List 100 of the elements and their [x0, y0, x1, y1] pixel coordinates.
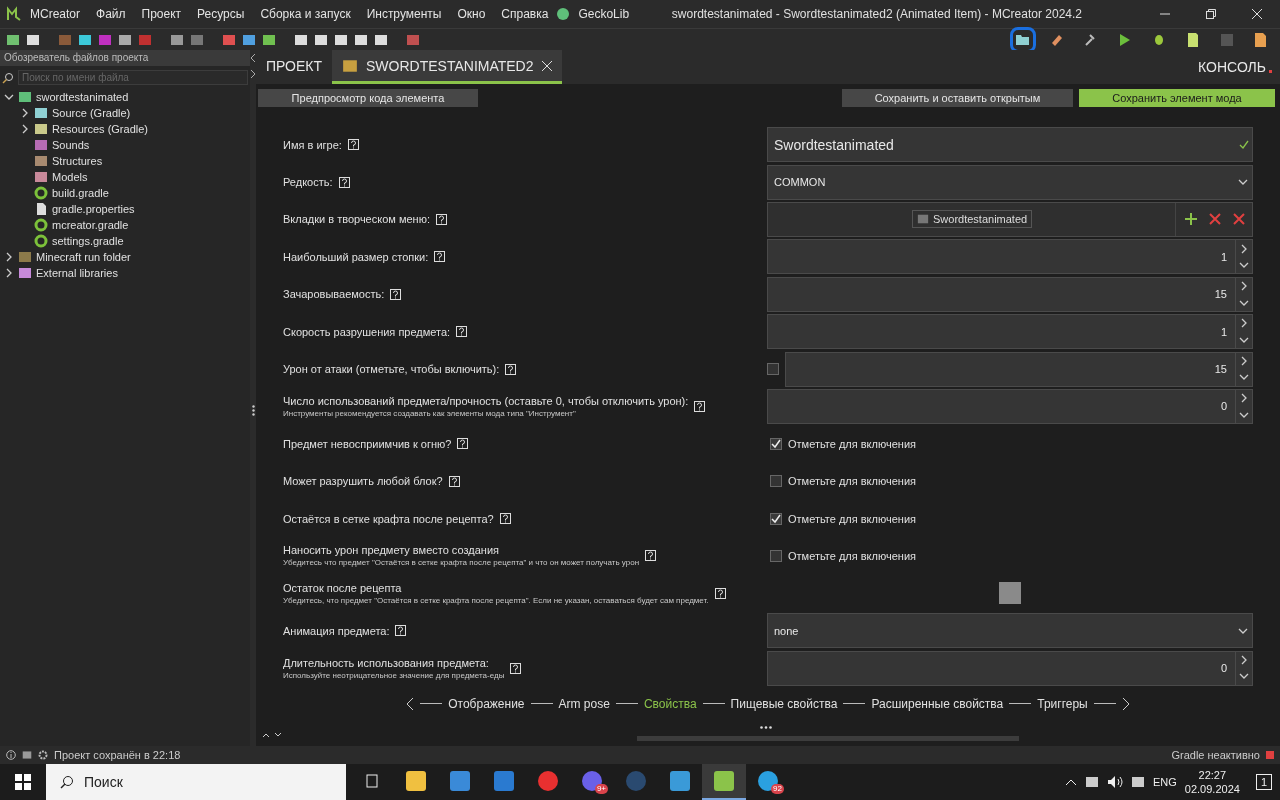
section-link[interactable]: Триггеры [1037, 696, 1088, 711]
taskbar-app[interactable]: 92 [746, 764, 790, 800]
close-icon[interactable] [541, 60, 552, 71]
workspace-icon [18, 90, 32, 104]
help-icon[interactable] [448, 475, 460, 487]
taskbar-app[interactable]: 9+ [570, 764, 614, 800]
help-icon[interactable] [499, 513, 511, 525]
number-field[interactable]: 0 [767, 388, 1253, 424]
next-icon[interactable] [1121, 696, 1130, 711]
tree-item[interactable]: gradle.properties [52, 203, 135, 215]
number-field[interactable]: 15 [785, 351, 1253, 387]
dropdown[interactable]: COMMON [767, 164, 1253, 200]
section-link[interactable]: Расширенные свойства [871, 696, 1004, 711]
editor-tab[interactable]: ПРОЕКТ [256, 50, 333, 84]
checkbox[interactable] [770, 437, 782, 450]
scrollbar-thumb[interactable] [637, 736, 1019, 741]
section-link[interactable]: Отображение [448, 696, 525, 711]
checkbox[interactable] [770, 550, 782, 562]
info-icon[interactable] [6, 750, 16, 760]
gradle-ring-icon [34, 186, 48, 200]
menu-item[interactable]: MCreator [22, 7, 88, 21]
more-icon[interactable] [760, 726, 772, 729]
field-label: Анимация предмета: [283, 624, 390, 637]
tree-item[interactable]: mcreator.gradle [52, 219, 129, 231]
item-slot[interactable] [999, 582, 1021, 605]
tree-item[interactable]: Sounds [52, 139, 90, 151]
help-icon[interactable] [457, 438, 469, 450]
help-icon[interactable] [505, 363, 517, 375]
help-icon[interactable] [395, 625, 407, 637]
tool-icon [58, 32, 72, 47]
checkbox[interactable] [770, 512, 782, 525]
number-field[interactable]: 1 [767, 239, 1253, 275]
editor-tab[interactable]: SWORDTESTANIMATED2 [332, 50, 562, 84]
volume-icon[interactable] [1106, 775, 1123, 789]
taskbar-app[interactable] [702, 764, 746, 800]
menu-item[interactable]: GeckoLib [570, 7, 638, 21]
number-field[interactable]: 1 [767, 314, 1253, 350]
checkbox-label: Отметьте для включения [788, 475, 916, 488]
add-icon[interactable] [1184, 212, 1198, 227]
restore-icon[interactable] [1206, 9, 1216, 19]
menu-item[interactable]: Справка [493, 7, 557, 21]
tool-icon [26, 32, 40, 47]
chevron-up-icon[interactable] [1064, 778, 1077, 786]
number-field[interactable]: 0 [767, 650, 1253, 686]
save-keep-open-button[interactable]: Сохранить и оставить открытым [842, 89, 1073, 107]
grip-icon[interactable] [251, 405, 255, 416]
save-button[interactable]: Сохранить элемент мода [1079, 89, 1275, 107]
menu-item[interactable]: Файл [88, 7, 134, 21]
number-field[interactable]: 15 [767, 276, 1253, 312]
tree-item[interactable]: Minecraft run folder [36, 251, 131, 263]
console-tab[interactable]: КОНСОЛЬ [1198, 59, 1266, 75]
preview-code-button[interactable]: Предпросмотр кода элемента [258, 89, 478, 107]
help-icon[interactable] [694, 400, 706, 412]
tab-chip[interactable]: Swordtestanimated [912, 210, 1033, 229]
tree-item[interactable]: Models [52, 171, 88, 183]
settings-icon[interactable] [38, 750, 48, 760]
app-icon [625, 770, 647, 792]
help-icon[interactable] [347, 139, 359, 151]
close-icon[interactable] [1252, 9, 1262, 19]
section-link[interactable]: Arm pose [558, 696, 610, 711]
notifications-button[interactable]: 1 [1255, 774, 1272, 790]
section-link[interactable]: Свойства [643, 696, 697, 711]
help-icon[interactable] [436, 213, 447, 225]
menu-item[interactable]: Проект [133, 7, 190, 21]
page-icon[interactable] [1185, 31, 1201, 48]
remove-icon[interactable] [1208, 212, 1222, 227]
clock[interactable]: 22:27 02.09.2024 [1184, 768, 1240, 796]
scroll-arrows-icon[interactable] [262, 731, 284, 739]
menu-item[interactable]: Окно [449, 7, 494, 21]
windows-start-icon[interactable] [15, 774, 31, 790]
export-icon[interactable] [1253, 31, 1269, 48]
tree-item[interactable]: swordtestanimated [36, 91, 129, 103]
collapse-left-icon[interactable] [250, 54, 256, 62]
field-label: Наибольший размер стопки: [283, 250, 429, 263]
section-link[interactable]: Пищевые свойства [730, 696, 838, 711]
dropdown[interactable]: none [767, 613, 1253, 649]
help-icon[interactable] [456, 326, 468, 338]
name-field[interactable]: Swordtestanimated [767, 127, 1253, 163]
taskbar-search[interactable]: Поиск [46, 764, 346, 800]
tree-item[interactable]: Source (Gradle) [52, 107, 131, 119]
tree-item[interactable]: External libraries [36, 267, 118, 279]
help-icon[interactable] [390, 288, 402, 300]
menu-item[interactable]: Ресурсы [189, 7, 253, 21]
expand-right-icon[interactable] [250, 70, 256, 78]
help-icon[interactable] [714, 587, 726, 599]
previous-icon[interactable] [406, 696, 415, 711]
tree-item[interactable]: build.gradle [52, 187, 109, 199]
language-indicator[interactable]: ENG [1152, 776, 1177, 788]
help-icon[interactable] [434, 251, 446, 263]
tree-item[interactable]: settings.gradle [52, 235, 124, 247]
help-icon[interactable] [338, 176, 350, 188]
remove-all-icon[interactable] [1232, 212, 1246, 227]
tree-item[interactable]: Structures [52, 155, 103, 167]
app-icon [537, 770, 559, 792]
checkbox[interactable] [770, 475, 782, 488]
menu-item[interactable]: Сборка и запуск [252, 7, 359, 21]
help-icon[interactable] [645, 550, 657, 562]
help-icon[interactable] [510, 662, 522, 674]
tree-item[interactable]: Resources (Gradle) [52, 123, 148, 135]
menu-item[interactable]: Инструменты [358, 7, 450, 21]
